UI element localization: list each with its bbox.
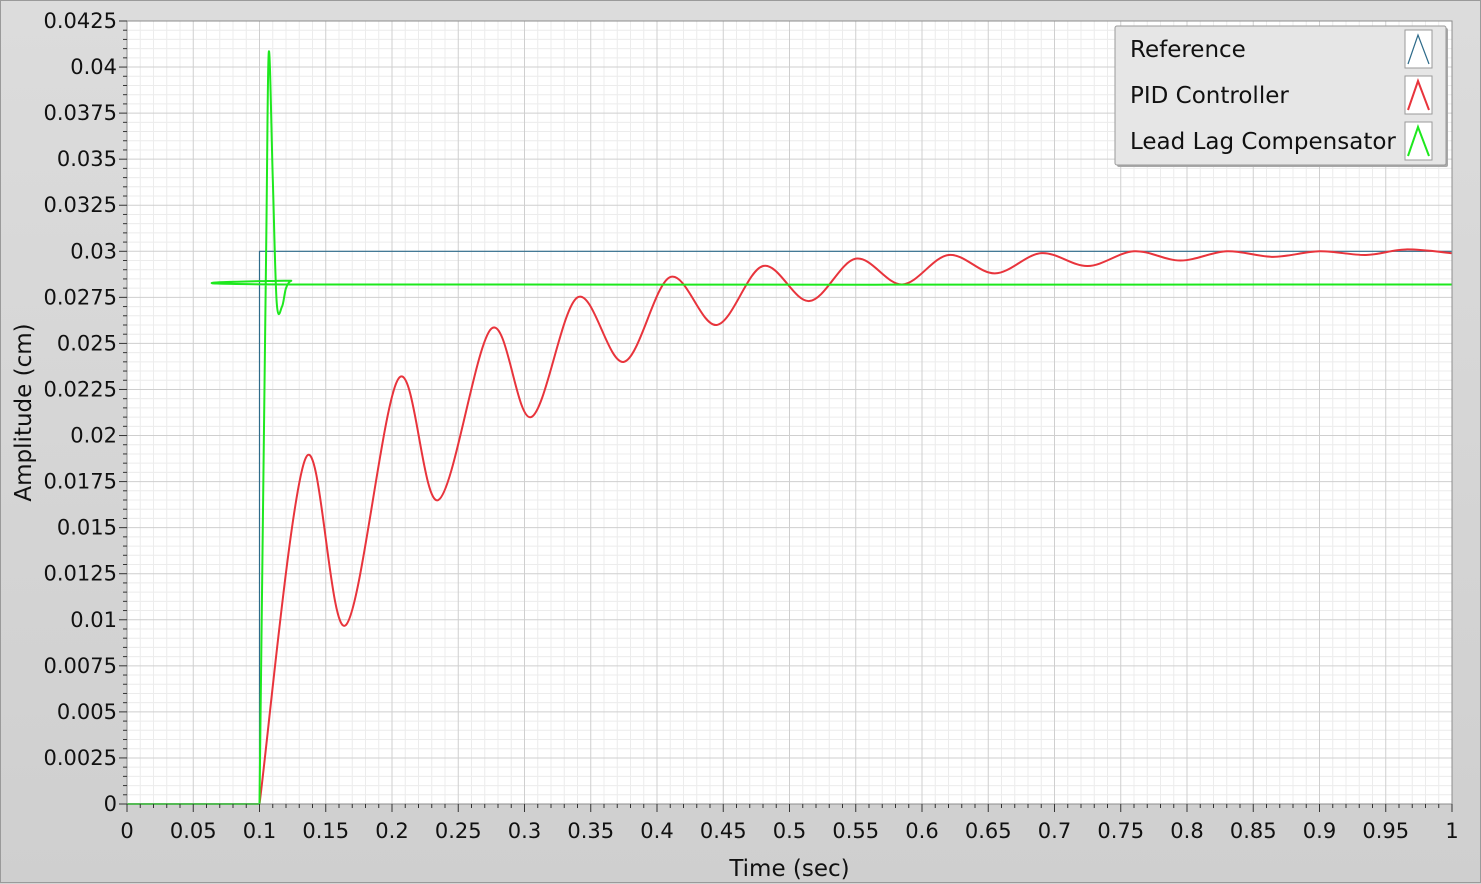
x-tick-label: 0.85 [1230,819,1277,843]
y-tick-label: 0.0375 [44,101,117,125]
y-axis-title: Amplitude (cm) [11,323,37,501]
y-tick-label: 0.0325 [44,193,117,217]
y-tick-label: 0.025 [57,331,117,355]
x-tick-label: 0.65 [965,819,1012,843]
chart-svg: 0 0.05 0.1 0.15 0.2 0.25 0.3 0.35 0.4 0.45 0.5 0.55… [11,9,1459,882]
y-tick-label: 0.005 [57,700,117,724]
legend-label: PID Controller [1130,83,1289,109]
y-tick-label: 0.0175 [44,470,117,494]
x-tick-label: 0.5 [773,819,806,843]
y-tick-label: 0.035 [57,147,117,171]
y-axis: 0 0.0025 0.005 0.0075 0.01 0.0125 0.015 0.0175 0… [44,9,127,816]
x-tick-label: 1 [1445,819,1458,843]
y-tick-label: 0.0075 [44,654,117,678]
x-tick-label: 0.3 [508,819,541,843]
legend[interactable]: Reference PID Controller Lead Lag Compensa… [1114,25,1448,167]
x-tick-label: 0.8 [1170,819,1203,843]
chart-frame: 0 0.05 0.1 0.15 0.2 0.25 0.3 0.35 0.4 0.45 0.5 0.55… [0,0,1481,883]
x-tick-label: 0.05 [170,819,217,843]
legend-label: Lead Lag Compensator [1130,129,1396,155]
x-tick-label: 0.9 [1303,819,1336,843]
y-tick-label: 0.01 [70,608,117,632]
x-tick-label: 0.75 [1097,819,1144,843]
x-tick-label: 0.45 [700,819,747,843]
x-axis: 0 0.05 0.1 0.15 0.2 0.25 0.3 0.35 0.4 0.45 0.5 0.55… [120,804,1459,843]
y-tick-label: 0.0275 [44,285,117,309]
x-tick-label: 0.1 [243,819,276,843]
legend-label: Reference [1130,37,1246,63]
y-tick-label: 0.015 [57,516,117,540]
y-tick-label: 0.0225 [44,377,117,401]
y-tick-label: 0.03 [70,239,117,263]
x-tick-label: 0.55 [832,819,879,843]
x-tick-label: 0.7 [1038,819,1071,843]
y-tick-label: 0.02 [70,424,117,448]
y-tick-label: 0.04 [70,55,117,79]
x-tick-label: 0.35 [567,819,614,843]
x-tick-label: 0.6 [905,819,938,843]
x-tick-label: 0.25 [435,819,482,843]
y-tick-label: 0.0125 [44,562,117,586]
x-tick-label: 0.4 [640,819,673,843]
x-tick-label: 0 [120,819,133,843]
x-tick-label: 0.95 [1362,819,1409,843]
y-tick-label: 0 [104,792,117,816]
x-axis-title: Time (sec) [728,856,849,882]
x-tick-label: 0.2 [375,819,408,843]
y-tick-label: 0.0425 [44,9,117,33]
x-tick-label: 0.15 [302,819,349,843]
y-tick-label: 0.0025 [44,746,117,770]
